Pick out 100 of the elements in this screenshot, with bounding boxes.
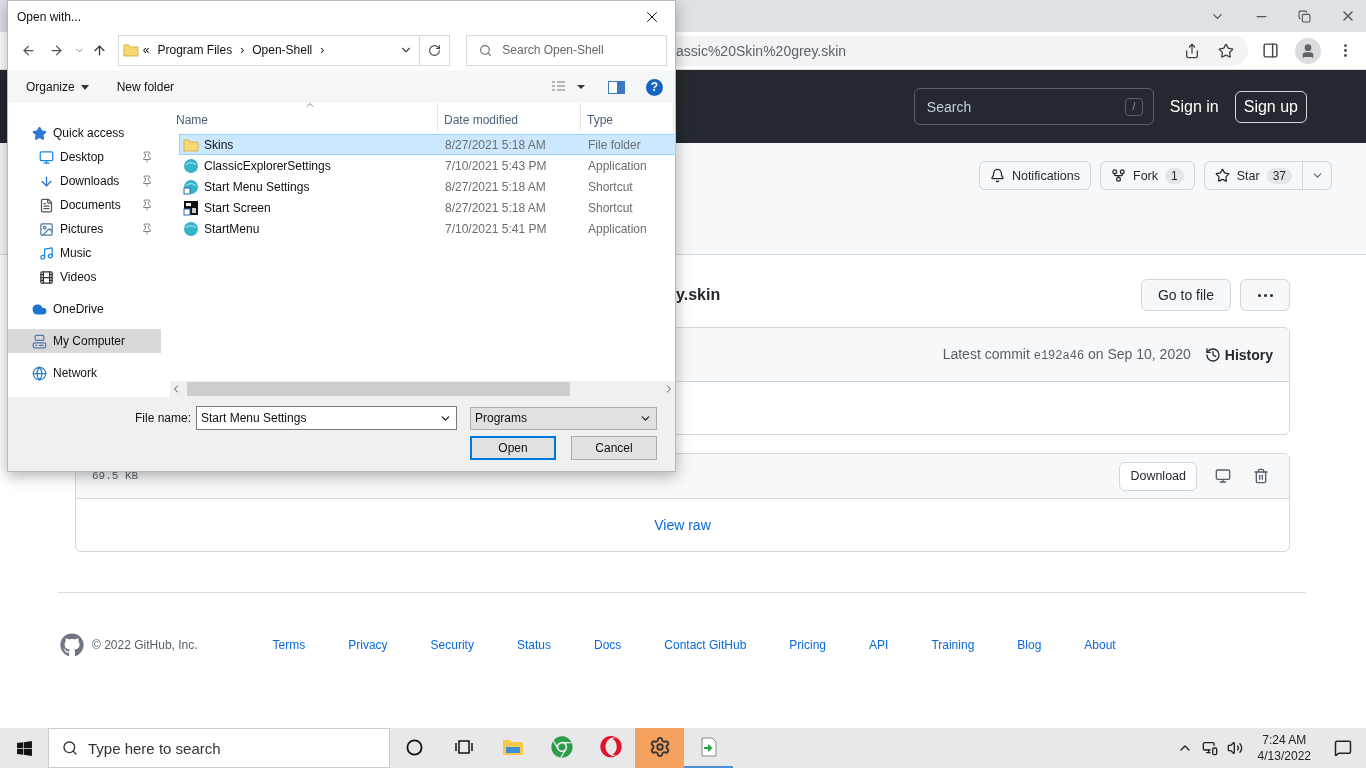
footer-link[interactable]: Status	[516, 638, 551, 652]
nav-item[interactable]: Videos	[8, 265, 161, 289]
file-type-dropdown[interactable]: Programs	[470, 406, 657, 430]
pin-icon	[141, 175, 153, 187]
folder-icon	[501, 737, 524, 757]
side-panel-icon[interactable]	[1262, 42, 1279, 59]
date-cell-text: 8/27/2021 5:18 AM	[444, 137, 547, 152]
details-view-icon	[551, 81, 585, 93]
profile-avatar[interactable]	[1295, 37, 1321, 64]
star-icon	[1214, 168, 1230, 183]
preview-pane-button[interactable]	[606, 80, 626, 94]
file-name: Skins	[204, 137, 234, 152]
view-options-button[interactable]	[550, 81, 586, 93]
clock[interactable]: 7:24 AM 4/13/2022	[1257, 732, 1311, 764]
file-row[interactable]: Skins 8/27/2021 5:18 AM File folder	[179, 134, 676, 155]
copyright-text: © 2022 GitHub, Inc.	[92, 638, 198, 652]
bell-icon	[989, 168, 1005, 183]
opera-icon	[599, 736, 622, 758]
document-icon	[39, 197, 54, 213]
dialog-button[interactable]: Cancel	[571, 436, 657, 460]
file-row[interactable]: Start Screen 8/27/2021 5:18 AM Shortcut	[179, 197, 676, 218]
folder-icon	[122, 42, 139, 58]
type-cell-text: Shortcut	[587, 179, 634, 194]
github-logo-icon[interactable]	[60, 633, 84, 657]
taskbar-search-field[interactable]: Type here to search	[48, 728, 390, 768]
nav-item[interactable]: Desktop	[8, 145, 161, 169]
breadcrumb-separator[interactable]: ›	[316, 43, 329, 57]
window-title: Open with...	[16, 10, 82, 24]
footer-link[interactable]: Pricing	[789, 638, 827, 652]
breadcrumb[interactable]: Open-Shell	[248, 43, 317, 57]
star-icon	[32, 125, 47, 141]
footer-link[interactable]: Docs	[593, 638, 622, 652]
fork-button[interactable]: Fork 1	[1100, 161, 1195, 190]
download-button[interactable]: Download	[1119, 461, 1197, 491]
footer-link[interactable]: Security	[430, 638, 474, 652]
search-field[interactable]: Search /	[913, 88, 1154, 125]
date-cell-text: 7/10/2021 5:41 PM	[444, 221, 548, 236]
address-field[interactable]: « Program Files › Open-Shell ›	[117, 34, 451, 66]
column-header[interactable]: Type	[581, 103, 674, 131]
star-button[interactable]: Star 37	[1204, 162, 1303, 189]
windows-icon	[15, 739, 33, 757]
breadcrumb-separator[interactable]: ›	[236, 43, 249, 57]
file-row[interactable]: ClassicExplorerSettings 7/10/2021 5:43 PM Application	[179, 155, 676, 176]
network-icon[interactable]	[1201, 740, 1218, 756]
share-icon[interactable]	[1184, 42, 1200, 59]
file-row[interactable]: StartMenu 7/10/2021 5:41 PM Application	[179, 218, 676, 239]
chrome-icon	[550, 736, 573, 758]
footer-link[interactable]: Contact GitHub	[664, 638, 747, 652]
sign-in-link[interactable]: Sign in	[1169, 97, 1219, 116]
nav-item[interactable]: Quick access	[8, 121, 161, 145]
monitor-icon	[1215, 468, 1231, 484]
search-field[interactable]: Search Open-Shell	[466, 34, 667, 66]
footer-link[interactable]: API	[869, 638, 889, 652]
footer-link[interactable]: Privacy	[348, 638, 388, 652]
folder-icon	[183, 136, 199, 153]
nav-item[interactable]: Network	[8, 361, 161, 385]
history-link[interactable]: History	[1204, 346, 1273, 363]
help-button[interactable]: ?	[646, 78, 663, 96]
start-screen-icon	[183, 199, 199, 216]
search-icon	[62, 740, 78, 756]
volume-icon[interactable]	[1226, 740, 1243, 756]
shortcut-icon	[183, 178, 199, 195]
nav-item[interactable]: Music	[8, 241, 161, 265]
view-raw-link[interactable]: View raw	[654, 517, 711, 533]
column-header[interactable]: Name	[170, 103, 438, 131]
bookmark-star-icon[interactable]	[1218, 42, 1234, 59]
breadcrumb-overflow[interactable]: «	[138, 43, 154, 57]
file-name-field[interactable]: Start Menu Settings	[196, 406, 457, 430]
toolbar-button[interactable]: New folder	[116, 80, 175, 94]
footer-link[interactable]: Training	[931, 638, 975, 652]
footer-link[interactable]: Terms	[272, 638, 306, 652]
nav-item[interactable]: Pictures	[8, 217, 161, 241]
shortcut-key: /	[1124, 97, 1143, 116]
dialog-button[interactable]: Open	[470, 436, 556, 460]
user-icon	[1300, 42, 1316, 59]
latest-commit-text: Latest commit e192a46 on Sep 10, 2020	[942, 346, 1191, 363]
refresh-icon	[428, 43, 442, 57]
notifications-button[interactable]: Notifications	[978, 161, 1091, 190]
go-to-file-button[interactable]: Go to file	[1140, 279, 1231, 311]
footer-link[interactable]: Blog	[1017, 638, 1042, 652]
nav-item[interactable]: OneDrive	[8, 297, 161, 321]
task-view-icon	[454, 739, 473, 755]
picture-icon	[39, 221, 54, 237]
column-header[interactable]: Date modified	[438, 103, 581, 131]
sign-up-button[interactable]: Sign up	[1234, 90, 1307, 123]
taskbar-app-button[interactable]	[635, 728, 684, 768]
search-icon	[479, 43, 493, 57]
computer-icon	[32, 333, 47, 349]
nav-item[interactable]: Documents	[8, 193, 161, 217]
notification-icon[interactable]	[1334, 739, 1352, 757]
toolbar-button[interactable]: Organize	[26, 80, 89, 94]
nav-item[interactable]: Downloads	[8, 169, 161, 193]
restore-icon[interactable]	[1298, 9, 1311, 23]
footer-link[interactable]: About	[1084, 638, 1116, 652]
type-cell-text: Application	[587, 221, 648, 236]
file-row[interactable]: Start Menu Settings 8/27/2021 5:18 AM Shortcut	[179, 176, 676, 197]
file-name: ClassicExplorerSettings	[204, 158, 331, 173]
file-name: StartMenu	[204, 221, 260, 236]
breadcrumb[interactable]: Program Files	[153, 43, 237, 57]
nav-item[interactable]: My Computer	[8, 329, 161, 353]
